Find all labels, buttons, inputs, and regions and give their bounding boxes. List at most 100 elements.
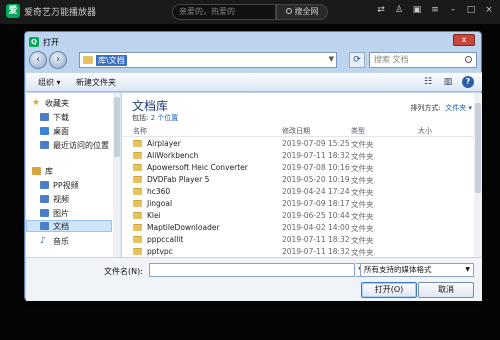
chevron-down-icon: ▼	[465, 266, 470, 273]
file-name: AliWorkbench	[147, 151, 199, 160]
address-row: ‹ › 库\文档 ▼ ⟳ 搜索 文档	[29, 50, 477, 72]
file-date: 2019-04-24 17:24	[282, 187, 350, 196]
close-icon[interactable]: ×	[484, 5, 494, 15]
nav-desktop[interactable]: 桌面	[26, 125, 120, 137]
organize-button[interactable]: 组织 ▾	[38, 77, 61, 88]
dialog-footer: 文件名(N): ▼ 所有支持的媒体格式 ▼ 打开(O) 取消	[26, 257, 482, 301]
nav-pictures[interactable]: 图片	[26, 207, 120, 219]
file-name: Klei	[147, 211, 161, 220]
folder-icon	[133, 212, 142, 219]
preview-pane-icon[interactable]: ▥	[442, 76, 454, 88]
nav-label: 图片	[53, 208, 69, 218]
file-row[interactable]: Apowersoft Heic Converter 2019-07-08 10:1…	[122, 162, 474, 174]
nav-downloads[interactable]: 下载	[26, 111, 120, 123]
file-row[interactable]: AliWorkbench 2019-07-11 18:32 文件夹	[122, 150, 474, 162]
file-list-scrollbar[interactable]	[474, 93, 482, 257]
column-date[interactable]: 修改日期	[282, 126, 310, 136]
forward-button[interactable]: ›	[49, 51, 67, 69]
file-row[interactable]: pppccallit 2019-07-11 18:32 文件夹	[122, 234, 474, 246]
transfer-icon[interactable]: ⇄	[376, 5, 386, 15]
folder-icon	[133, 176, 142, 183]
player-search-input[interactable]: 亲爱的，热爱的	[172, 4, 276, 20]
refresh-button[interactable]: ⟳	[349, 52, 365, 68]
file-row[interactable]: Jingoal 2019-07-09 18:17 文件夹	[122, 198, 474, 210]
folder-icon	[133, 140, 142, 147]
documents-icon	[40, 222, 49, 230]
help-icon[interactable]: ?	[462, 76, 474, 88]
library-locations-link[interactable]: 2 个位置	[151, 114, 179, 122]
filename-input[interactable]	[149, 263, 355, 277]
file-date: 2019-07-08 10:16	[282, 163, 350, 172]
menu-icon[interactable]: ≡	[430, 5, 440, 15]
file-date: 2019-07-11 18:32	[282, 235, 350, 244]
nav-label: 文档	[53, 221, 69, 231]
pictures-icon	[40, 209, 49, 217]
file-row[interactable]: hc360 2019-04-24 17:24 文件夹	[122, 186, 474, 198]
nav-label: 桌面	[53, 126, 69, 136]
new-folder-button[interactable]: 新建文件夹	[76, 77, 116, 88]
address-text: 库\文档	[96, 54, 127, 66]
arrange-label: 排列方式:	[410, 104, 441, 112]
file-row[interactable]: Airplayer 2019-07-09 15:25 文件夹	[122, 138, 474, 150]
file-type: 文件夹	[351, 140, 374, 149]
nav-video[interactable]: 视频	[26, 193, 120, 205]
file-date: 2019-04-02 14:00	[282, 223, 350, 232]
download-icon	[40, 113, 49, 121]
cancel-button[interactable]: 取消	[418, 282, 474, 298]
column-size[interactable]: 大小	[418, 126, 432, 136]
column-name[interactable]: 名称	[133, 126, 147, 136]
view-controls: ☷ ▥ ?	[422, 76, 474, 88]
open-button[interactable]: 打开(O)	[361, 282, 417, 298]
nav-pp-video[interactable]: PP视频	[26, 179, 120, 191]
nav-scrollbar[interactable]	[113, 93, 120, 257]
app-icon: Q	[29, 37, 39, 47]
nav-recent[interactable]: 最近访问的位置	[26, 139, 120, 151]
file-type: 文件夹	[351, 200, 374, 209]
file-date: 2019-07-11 18:32	[282, 247, 350, 256]
minimize-icon[interactable]: –	[448, 5, 458, 15]
maximize-icon[interactable]: □	[466, 5, 476, 15]
folder-icon	[133, 236, 142, 243]
file-name: Apowersoft Heic Converter	[147, 163, 248, 172]
filetype-select[interactable]: 所有支持的媒体格式 ▼	[360, 263, 474, 277]
back-button[interactable]: ‹	[29, 51, 47, 69]
file-row[interactable]: Klei 2019-06-25 10:44 文件夹	[122, 210, 474, 222]
desktop-icon	[40, 127, 49, 135]
nav-label: 收藏夹	[45, 98, 69, 108]
file-name: pppccallit	[147, 235, 184, 244]
file-name: MaptileDownloader	[147, 223, 220, 232]
library-title: 文档库	[132, 99, 169, 113]
filetype-value: 所有支持的媒体格式	[364, 265, 432, 274]
file-row[interactable]: MaptileDownloader 2019-04-02 14:00 文件夹	[122, 222, 474, 234]
library-includes-label: 包括:	[132, 114, 149, 122]
view-options-icon[interactable]: ☷	[422, 76, 434, 88]
file-list-scroll-thumb[interactable]	[475, 103, 481, 193]
nav-libraries[interactable]: 库	[26, 165, 120, 177]
file-type: 文件夹	[351, 176, 374, 185]
nav-favorites[interactable]: ★ 收藏夹	[26, 97, 120, 109]
shirt-icon[interactable]: ♙	[394, 5, 404, 15]
player-search-button[interactable]: 搜全网	[276, 4, 328, 20]
nav-music[interactable]: ♪ 音乐	[26, 235, 120, 247]
arrange-by: 排列方式: 文件夹 ▾	[410, 103, 472, 113]
file-row[interactable]: DVDFab Player 5 2019-05-20 10:19 文件夹	[122, 174, 474, 186]
nav-scroll-thumb[interactable]	[114, 97, 120, 157]
box-icon[interactable]: ▣	[412, 5, 422, 15]
file-list: Airplayer 2019-07-09 15:25 文件夹 AliWorkbench…	[122, 138, 474, 257]
music-icon: ♪	[40, 236, 46, 246]
library-includes: 包括: 2 个位置	[132, 113, 178, 123]
nav-label: PP视频	[53, 180, 79, 190]
nav-documents[interactable]: 文档	[26, 220, 112, 232]
arrange-dropdown[interactable]: 文件夹 ▾	[445, 104, 472, 112]
file-type: 文件夹	[351, 152, 374, 161]
file-date: 2019-07-09 15:25	[282, 139, 350, 148]
file-type: 文件夹	[351, 236, 374, 245]
file-date: 2019-07-11 18:32	[282, 151, 350, 160]
search-input[interactable]: 搜索 文档	[369, 52, 477, 68]
dialog-close-button[interactable]: x	[453, 34, 475, 46]
address-bar[interactable]: 库\文档 ▼	[79, 52, 337, 68]
file-row[interactable]: pptvpc 2019-07-11 18:32 文件夹	[122, 246, 474, 257]
column-type[interactable]: 类型	[351, 126, 365, 136]
file-type: 文件夹	[351, 212, 374, 221]
chevron-down-icon[interactable]: ▼	[329, 55, 334, 63]
